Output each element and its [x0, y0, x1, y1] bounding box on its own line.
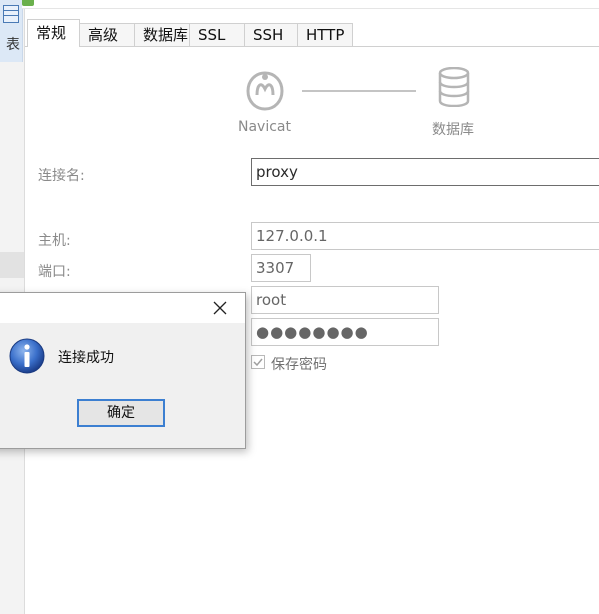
table-icon	[3, 5, 19, 23]
header-left-label: Navicat	[238, 119, 291, 135]
port-input[interactable]: 3307	[251, 254, 311, 282]
ok-button[interactable]: 确定	[77, 399, 165, 427]
host-label: 主机:	[38, 233, 71, 249]
port-label: 端口:	[38, 264, 71, 280]
window-title-fragment	[22, 0, 599, 9]
navicat-logo-icon	[246, 71, 284, 111]
username-input[interactable]: root	[251, 286, 439, 314]
tab-ssh[interactable]: SSH	[244, 23, 298, 46]
database-icon	[438, 67, 470, 107]
connection-name-label: 连接名:	[38, 168, 85, 184]
save-password-checkbox[interactable]	[251, 355, 265, 369]
tab-http[interactable]: HTTP	[297, 23, 353, 46]
connection-name-input[interactable]: proxy	[251, 158, 599, 186]
message-text: 连接成功	[58, 350, 114, 366]
background-label-fragment: 表	[6, 37, 20, 53]
app-mini-icon	[22, 0, 34, 6]
tab-bar: 常规 高级 数据库 SSL SSH HTTP	[25, 19, 599, 47]
close-icon[interactable]	[213, 301, 227, 315]
background-gray-band	[0, 252, 24, 278]
tab-advanced[interactable]: 高级	[79, 23, 135, 46]
info-icon	[9, 338, 45, 374]
background-selected-item[interactable]: 表	[0, 0, 23, 62]
tab-general[interactable]: 常规	[27, 19, 80, 47]
message-box-titlebar	[0, 293, 245, 323]
header-connector-line	[302, 90, 416, 92]
message-box: 连接成功 确定	[0, 292, 246, 449]
host-input[interactable]: 127.0.0.1	[251, 222, 599, 250]
check-icon	[253, 358, 263, 367]
tab-ssl[interactable]: SSL	[189, 23, 245, 46]
save-password-label: 保存密码	[271, 357, 327, 373]
tab-database[interactable]: 数据库	[134, 23, 190, 46]
header-right-label: 数据库	[432, 122, 474, 138]
password-input[interactable]: ●●●●●●●●	[251, 318, 439, 346]
